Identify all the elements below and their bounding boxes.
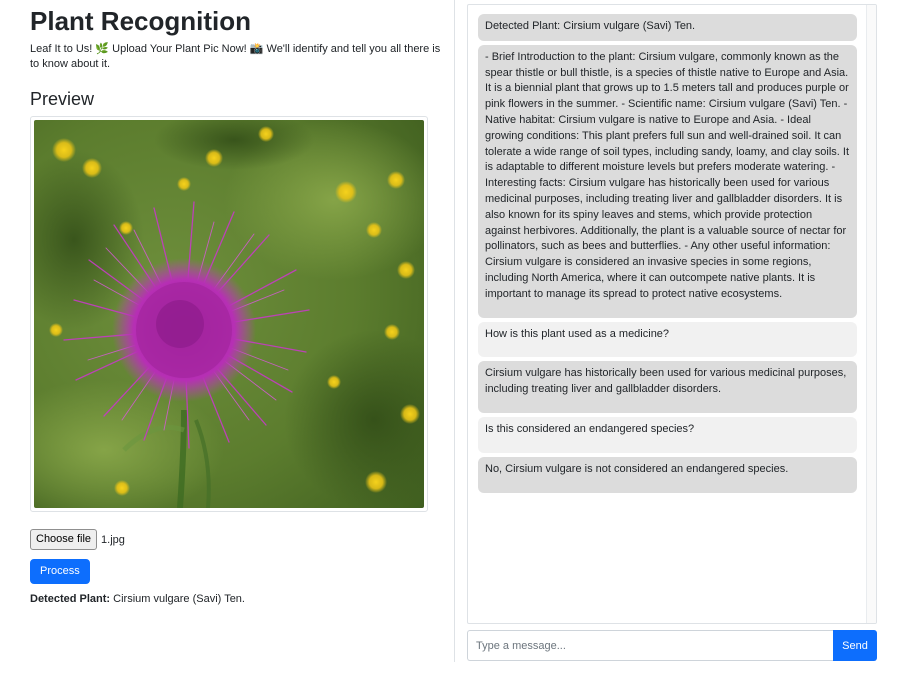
tagline: Leaf It to Us! 🌿 Upload Your Plant Pic N… [30, 43, 441, 70]
chat-scrollbar[interactable] [866, 5, 876, 623]
chat-messages: Detected Plant: Cirsium vulgare (Savi) T… [478, 14, 857, 497]
file-upload-row: Choose file 1.jpg [30, 529, 125, 550]
selected-file-name: 1.jpg [101, 533, 125, 546]
page-title: Plant Recognition [30, 6, 251, 36]
left-column: Plant Recognition Leaf It to Us! 🌿 Uploa… [30, 0, 441, 605]
chat-message-user: Is this considered an endangered species… [478, 416, 857, 453]
process-button[interactable]: Process [30, 559, 90, 584]
plant-preview-image [34, 120, 424, 508]
preview-heading: Preview [30, 89, 95, 109]
send-button[interactable]: Send [833, 630, 877, 661]
chat-message-bot: Cirsium vulgare has historically been us… [478, 361, 857, 413]
detected-plant-summary: Detected Plant: Cirsium vulgare (Savi) T… [30, 592, 245, 606]
choose-file-button[interactable]: Choose file [30, 529, 98, 550]
chat-message-bot: Detected Plant: Cirsium vulgare (Savi) T… [478, 14, 857, 41]
message-input[interactable] [467, 630, 833, 661]
detected-plant-value: Cirsium vulgare (Savi) Ten. [113, 593, 245, 605]
chat-message-user: How is this plant used as a medicine? [478, 321, 857, 358]
chat-message-bot: No, Cirsium vulgare is not considered an… [478, 456, 857, 493]
detected-plant-label: Detected Plant: [30, 593, 111, 605]
chat-message-bot: - Brief Introduction to the plant: Cirsi… [478, 44, 857, 318]
preview-image-frame [30, 116, 428, 512]
column-divider [454, 0, 455, 662]
message-composer: Send [467, 630, 877, 661]
chat-panel: Detected Plant: Cirsium vulgare (Savi) T… [467, 4, 877, 624]
